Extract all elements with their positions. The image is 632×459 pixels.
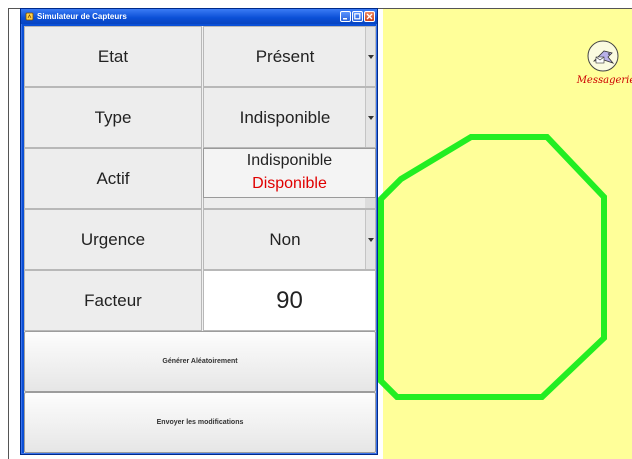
maximize-icon <box>354 13 361 20</box>
row-type: Type Indisponible <box>24 87 376 148</box>
row-actif: Actif Indisponible Disponible <box>24 148 376 209</box>
maximize-button[interactable] <box>352 11 363 22</box>
urgence-label: Urgence <box>24 209 202 270</box>
urgence-dropdown-arrow[interactable] <box>365 210 375 269</box>
chevron-down-icon <box>367 54 374 59</box>
etat-combobox[interactable]: Présent <box>203 26 376 87</box>
row-facteur: Facteur 90 <box>24 270 376 331</box>
row-urgence: Urgence Non <box>24 209 376 270</box>
window-title: Simulateur de Capteurs <box>37 12 127 21</box>
etat-value: Présent <box>255 46 315 66</box>
app-icon <box>25 12 34 21</box>
messagerie-label: Messagerie <box>576 75 632 86</box>
generate-random-button[interactable]: Générer Aléatoirement <box>24 331 376 392</box>
type-dropdown-arrow[interactable] <box>365 88 375 147</box>
type-value: Indisponible <box>239 107 331 127</box>
actif-option-indisponible[interactable]: Indisponible <box>204 149 375 172</box>
urgence-value: Non <box>269 229 301 249</box>
close-button[interactable] <box>364 11 375 22</box>
etat-dropdown-arrow[interactable] <box>365 27 375 86</box>
actif-scroll-stub[interactable] <box>365 198 375 208</box>
actif-combobox[interactable] <box>203 198 376 209</box>
actif-label: Actif <box>24 148 202 209</box>
title-bar[interactable]: Simulateur de Capteurs <box>21 9 377 24</box>
minimize-icon <box>343 18 347 20</box>
actif-dropdown-list: Indisponible Disponible <box>203 148 376 198</box>
simulator-window: Simulateur de Capteurs Etat Présent Type <box>20 8 378 455</box>
actif-option-disponible[interactable]: Disponible <box>204 172 375 195</box>
type-combobox[interactable]: Indisponible <box>203 87 376 148</box>
minimize-button[interactable] <box>340 11 351 22</box>
window-client: Etat Présent Type Indisponible Actif Ind… <box>24 26 376 453</box>
chevron-down-icon <box>367 115 374 120</box>
urgence-combobox[interactable]: Non <box>203 209 376 270</box>
etat-label: Etat <box>24 26 202 87</box>
close-icon <box>366 13 373 20</box>
facteur-input[interactable]: 90 <box>203 270 376 331</box>
messagerie-bird-icon <box>587 40 619 72</box>
type-label: Type <box>24 87 202 148</box>
send-changes-button[interactable]: Envoyer les modifications <box>24 392 376 453</box>
facteur-label: Facteur <box>24 270 202 331</box>
chevron-down-icon <box>367 237 374 242</box>
messagerie-launcher[interactable]: Messagerie <box>565 39 632 86</box>
row-etat: Etat Présent <box>24 26 376 87</box>
